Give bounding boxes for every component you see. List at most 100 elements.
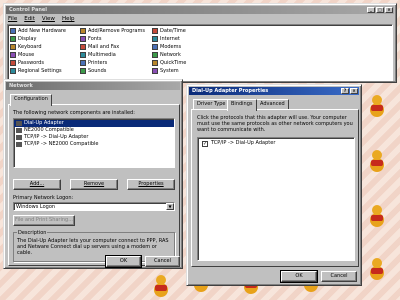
control-panel-item[interactable]: Multimedia bbox=[80, 51, 145, 59]
components-list[interactable]: Dial-Up Adapter NE2000 Compatible TCP/IP -… bbox=[13, 118, 175, 168]
control-panel-item-label: Fonts bbox=[88, 36, 102, 42]
control-panel-item[interactable]: Add/Remove Programs bbox=[80, 27, 145, 35]
control-panel-item-label: Keyboard bbox=[18, 44, 42, 50]
component-list-item[interactable]: Dial-Up Adapter bbox=[14, 120, 174, 127]
component-list-item[interactable]: TCP/IP -> NE2000 Compatible bbox=[14, 141, 174, 148]
control-panel-item[interactable]: Keyboard bbox=[10, 43, 66, 51]
control-panel-item-label: Printers bbox=[88, 60, 108, 66]
menu-view[interactable]: View bbox=[42, 16, 55, 22]
control-panel-item[interactable]: Regional Settings bbox=[10, 67, 66, 75]
primary-logon-label: Primary Network Logon: bbox=[13, 195, 74, 201]
tab-driver-type[interactable]: Driver Type bbox=[193, 99, 230, 109]
control-panel-item[interactable]: Mouse bbox=[10, 51, 66, 59]
control-panel-item-label: Internet bbox=[160, 36, 180, 42]
control-panel-item-label: Add New Hardware bbox=[18, 28, 66, 34]
menu-file[interactable]: File bbox=[8, 16, 17, 22]
remove-button[interactable]: Remove bbox=[70, 179, 118, 190]
network-title: Network bbox=[9, 83, 33, 89]
binding-checkbox[interactable]: ✓ bbox=[202, 140, 208, 147]
properties-button[interactable]: Properties bbox=[127, 179, 175, 190]
control-panel-item[interactable]: Mail and Fax bbox=[80, 43, 145, 51]
tab-advanced[interactable]: Advanced bbox=[256, 99, 289, 109]
network-window: Network Configuration The following netw… bbox=[3, 79, 183, 269]
control-panel-window: Control Panel _ □ × File Edit View Help … bbox=[3, 3, 397, 83]
bindings-list[interactable]: ✓ TCP/IP -> Dial-Up Adapter bbox=[197, 137, 355, 261]
control-panel-item-label: Regional Settings bbox=[18, 68, 62, 74]
control-panel-content: Add New Hardware Display Keyboard Mouse Pass… bbox=[7, 24, 393, 81]
wallpaper-bear-figure bbox=[366, 95, 388, 121]
primary-logon-select[interactable]: Windows Logon ▼ bbox=[13, 202, 175, 211]
applet-icon bbox=[152, 52, 158, 58]
network-ok-button[interactable]: OK bbox=[105, 255, 142, 268]
dialup-properties-window: Dial-Up Adapter Properties ? × Driver Ty… bbox=[186, 84, 362, 286]
control-panel-item-label: Date/Time bbox=[160, 28, 186, 34]
minimize-button[interactable]: _ bbox=[367, 7, 375, 13]
control-panel-item[interactable]: Internet bbox=[152, 35, 186, 43]
component-list-item[interactable]: NE2000 Compatible bbox=[14, 127, 174, 134]
control-panel-item[interactable]: Network bbox=[152, 51, 186, 59]
components-label: The following network components are ins… bbox=[13, 110, 135, 116]
tab-configuration[interactable]: Configuration bbox=[10, 94, 52, 106]
add-button[interactable]: Add... bbox=[13, 179, 61, 190]
network-adapter-icon bbox=[16, 128, 22, 133]
control-panel-item-label: Modems bbox=[160, 44, 182, 50]
dialup-cancel-button[interactable]: Cancel bbox=[321, 271, 357, 282]
control-panel-item[interactable]: Passwords bbox=[10, 59, 66, 67]
dialup-close-button[interactable]: × bbox=[350, 88, 358, 94]
applet-icon bbox=[10, 60, 16, 66]
applet-icon bbox=[152, 28, 158, 34]
control-panel-item[interactable]: Modems bbox=[152, 43, 186, 51]
control-panel-menubar: File Edit View Help bbox=[8, 16, 74, 22]
dropdown-arrow-icon[interactable]: ▼ bbox=[166, 203, 174, 210]
bindings-panel: Click the protocols that this adapter wi… bbox=[191, 109, 359, 267]
component-list-item[interactable]: TCP/IP -> Dial-Up Adapter bbox=[14, 134, 174, 141]
applet-icon bbox=[80, 28, 86, 34]
menu-edit[interactable]: Edit bbox=[24, 16, 35, 22]
applet-icon bbox=[10, 28, 16, 34]
control-panel-item[interactable]: Display bbox=[10, 35, 66, 43]
help-button[interactable]: ? bbox=[341, 88, 349, 94]
applet-icon bbox=[80, 36, 86, 42]
applet-icon bbox=[152, 36, 158, 42]
control-panel-titlebar[interactable]: Control Panel _ □ × bbox=[6, 6, 394, 14]
applet-icon bbox=[10, 68, 16, 74]
protocol-icon bbox=[16, 135, 22, 140]
control-panel-item[interactable]: Sounds bbox=[80, 67, 145, 75]
wallpaper-bear-figure bbox=[366, 258, 388, 284]
tab-bindings[interactable]: Bindings bbox=[227, 99, 257, 111]
applet-icon bbox=[10, 52, 16, 58]
binding-list-item[interactable]: ✓ TCP/IP -> Dial-Up Adapter bbox=[200, 140, 352, 147]
control-panel-item[interactable]: Add New Hardware bbox=[10, 27, 66, 35]
control-panel-item-label: Add/Remove Programs bbox=[88, 28, 145, 34]
control-panel-item[interactable]: System bbox=[152, 67, 186, 75]
dialup-properties-title: Dial-Up Adapter Properties bbox=[192, 88, 269, 94]
control-panel-item-label: Network bbox=[160, 52, 181, 58]
network-cancel-button[interactable]: Cancel bbox=[145, 256, 180, 267]
applet-icon bbox=[80, 52, 86, 58]
control-panel-item[interactable]: QuickTime bbox=[152, 59, 186, 67]
control-panel-item-label: Display bbox=[18, 36, 37, 42]
menu-help[interactable]: Help bbox=[62, 16, 75, 22]
control-panel-item[interactable]: Fonts bbox=[80, 35, 145, 43]
configuration-panel: The following network components are ins… bbox=[8, 104, 180, 266]
control-panel-item[interactable]: Date/Time bbox=[152, 27, 186, 35]
description-title: Description bbox=[17, 230, 48, 236]
wallpaper-bear-figure bbox=[366, 205, 388, 231]
dialup-properties-titlebar[interactable]: Dial-Up Adapter Properties ? × bbox=[189, 87, 359, 95]
control-panel-item-label: Mail and Fax bbox=[88, 44, 120, 50]
control-panel-item-label: Mouse bbox=[18, 52, 35, 58]
control-panel-item-label: System bbox=[160, 68, 179, 74]
network-titlebar[interactable]: Network bbox=[6, 82, 180, 90]
close-button[interactable]: × bbox=[385, 7, 393, 13]
network-adapter-icon bbox=[16, 121, 22, 126]
file-print-sharing-button[interactable]: File and Print Sharing... bbox=[13, 215, 75, 226]
wallpaper-bear-figure bbox=[366, 150, 388, 176]
control-panel-title: Control Panel bbox=[9, 7, 47, 13]
control-panel-item[interactable]: Printers bbox=[80, 59, 145, 67]
applet-icon bbox=[10, 44, 16, 50]
applet-icon bbox=[152, 60, 158, 66]
maximize-button[interactable]: □ bbox=[376, 7, 384, 13]
dialup-ok-button[interactable]: OK bbox=[280, 270, 318, 283]
description-text: The Dial-Up Adapter lets your computer c… bbox=[17, 238, 169, 256]
bindings-instruction: Click the protocols that this adapter wi… bbox=[197, 115, 353, 133]
